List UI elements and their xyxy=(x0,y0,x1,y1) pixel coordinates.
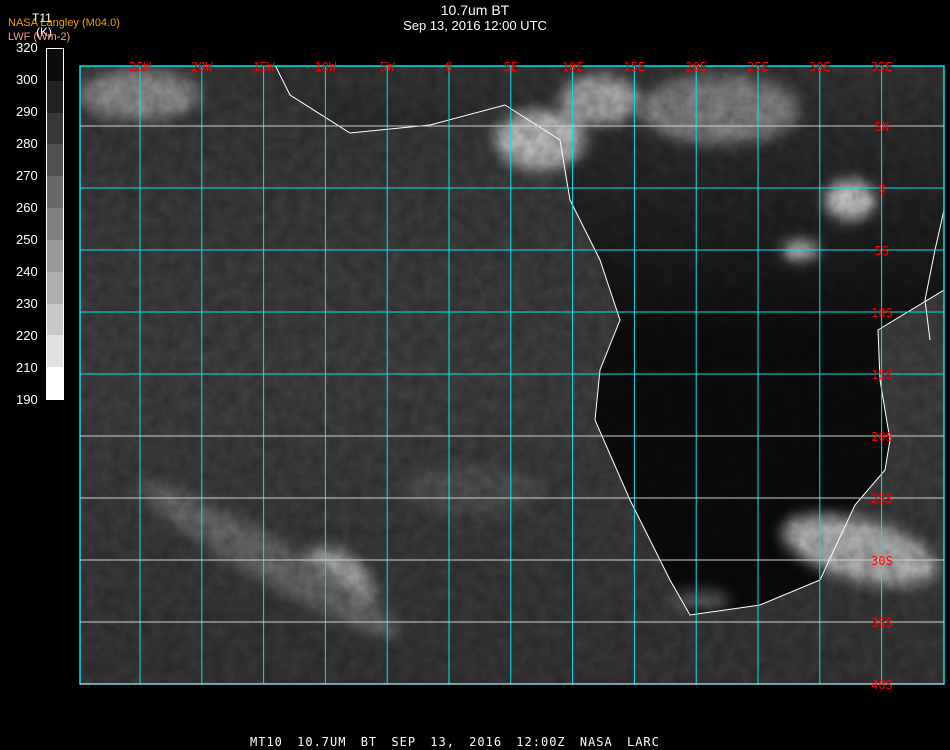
lon-label: 35E xyxy=(871,60,893,74)
lon-label: 20W xyxy=(191,60,213,74)
lat-label: 15S xyxy=(871,368,893,382)
lon-label: 15W xyxy=(253,60,275,74)
lon-label: 0 xyxy=(445,60,452,74)
lon-label: 30E xyxy=(809,60,831,74)
lat-label: 20S xyxy=(871,430,893,444)
lat-label: 35S xyxy=(871,616,893,630)
lon-label: 20E xyxy=(685,60,707,74)
lat-label: 30S xyxy=(871,554,893,568)
lon-label: 25E xyxy=(747,60,769,74)
lon-label: 5E xyxy=(504,60,518,74)
lat-label: 0 xyxy=(878,182,885,196)
lat-label: 5N xyxy=(875,120,889,134)
lon-label: 5W xyxy=(380,60,395,74)
lon-label: 10W xyxy=(315,60,337,74)
footer-caption: MT10 10.7UM BT SEP 13, 2016 12:00Z NASA … xyxy=(250,735,660,749)
satellite-map: 25W 20W 15W 10W 5W 0 5E 10E 15E 20E 25E 30E 35E 5N 0 5S… xyxy=(79,60,945,692)
lat-label: 10S xyxy=(871,306,893,320)
lon-label: 10E xyxy=(562,60,584,74)
lon-label: 25W xyxy=(129,60,151,74)
lat-label: 40S xyxy=(871,678,893,692)
lat-label: 25S xyxy=(871,492,893,506)
lon-label: 15E xyxy=(624,60,646,74)
imagery xyxy=(80,66,944,684)
lat-label: 5S xyxy=(875,244,889,258)
